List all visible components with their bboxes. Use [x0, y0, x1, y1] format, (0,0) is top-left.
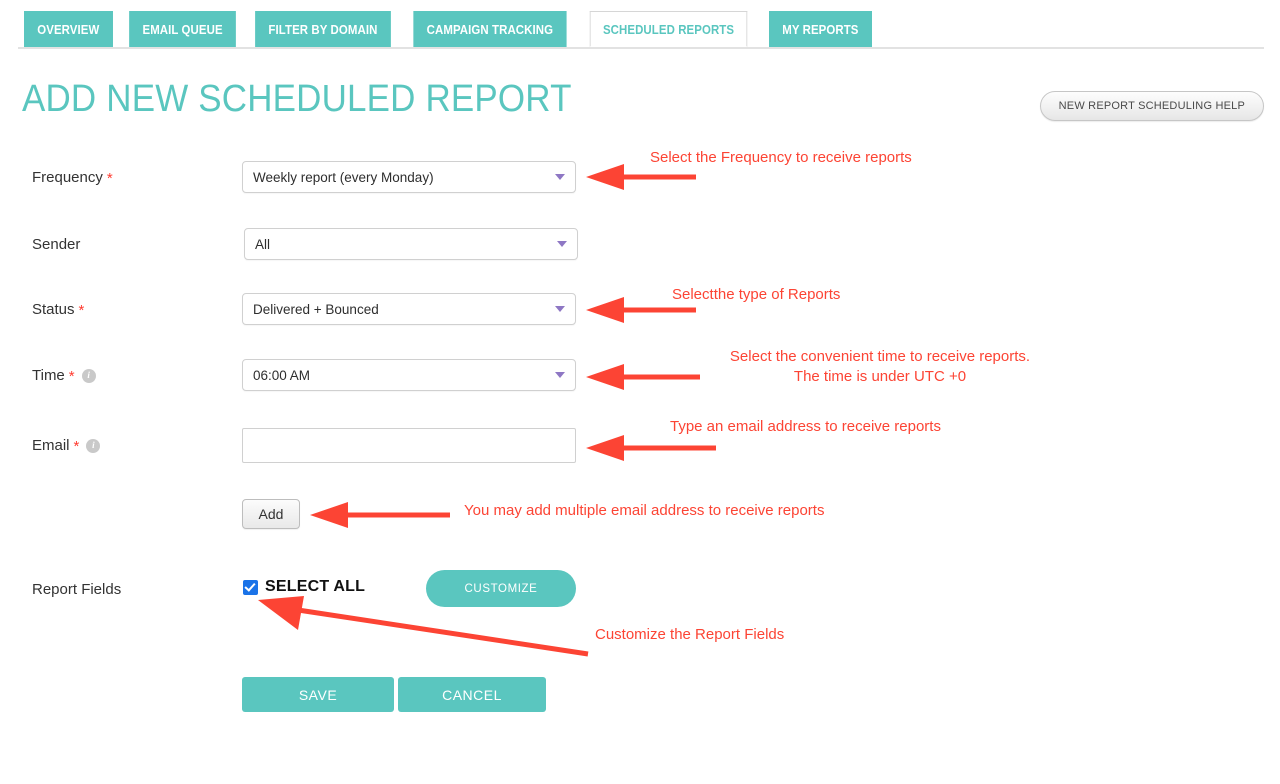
- annotation-time-arrow: [586, 364, 700, 390]
- tab-scheduled-reports[interactable]: SCHEDULED REPORTS: [590, 11, 748, 47]
- tab-label: FILTER BY DOMAIN: [268, 21, 378, 37]
- required-asterisk: *: [73, 438, 80, 455]
- info-icon[interactable]: i: [81, 368, 96, 383]
- add-email-button[interactable]: Add: [242, 499, 300, 529]
- time-label-text: Time: [32, 367, 65, 384]
- help-button-label: NEW REPORT SCHEDULING HELP: [1058, 100, 1245, 112]
- tab-email-queue[interactable]: EMAIL QUEUE: [128, 11, 236, 47]
- save-button-label: SAVE: [298, 686, 338, 703]
- email-field[interactable]: [242, 428, 576, 463]
- sender-label: Sender: [32, 236, 80, 253]
- new-report-scheduling-help-button[interactable]: NEW REPORT SCHEDULING HELP: [1039, 91, 1264, 121]
- tab-my-reports[interactable]: MY REPORTS: [768, 11, 872, 47]
- tab-bar-underline: [18, 47, 1264, 49]
- annotation-add-text: You may add multiple email address to re…: [464, 502, 825, 519]
- tab-label: OVERVIEW: [37, 21, 100, 37]
- annotation-frequency-text: Select the Frequency to receive reports: [650, 149, 912, 166]
- tab-label: EMAIL QUEUE: [142, 21, 223, 37]
- tab-overview[interactable]: OVERVIEW: [24, 11, 113, 47]
- time-select[interactable]: 06:00 AM: [242, 359, 576, 391]
- frequency-label: Frequency *: [32, 169, 113, 186]
- frequency-select[interactable]: Weekly report (every Monday): [242, 161, 576, 193]
- time-label: Time * i: [32, 367, 96, 384]
- tab-filter-by-domain[interactable]: FILTER BY DOMAIN: [255, 11, 391, 47]
- frequency-label-text: Frequency: [32, 169, 103, 186]
- annotation-time-text-line2: The time is under UTC +0: [793, 368, 967, 385]
- tab-label: CAMPAIGN TRACKING: [426, 21, 553, 37]
- info-icon[interactable]: i: [86, 438, 101, 453]
- page-title: ADD NEW SCHEDULED REPORT: [22, 78, 572, 120]
- annotation-add-arrow: [310, 502, 450, 528]
- sender-select-value: All: [255, 236, 271, 252]
- select-all-checkbox-row[interactable]: SELECT ALL: [243, 578, 365, 596]
- frequency-select-value: Weekly report (every Monday): [253, 169, 434, 185]
- status-select[interactable]: Delivered + Bounced: [242, 293, 576, 325]
- chevron-down-icon: [557, 241, 567, 247]
- add-button-label: Add: [258, 506, 284, 522]
- chevron-down-icon: [555, 306, 565, 312]
- status-select-value: Delivered + Bounced: [253, 301, 379, 317]
- cancel-button[interactable]: CANCEL: [398, 677, 546, 712]
- status-label-text: Status: [32, 301, 75, 318]
- annotation-email-text: Type an email address to receive reports: [670, 418, 941, 435]
- tab-label: MY REPORTS: [781, 21, 859, 37]
- email-label: Email * i: [32, 437, 101, 455]
- status-label: Status *: [32, 301, 84, 318]
- report-fields-label-text: Report Fields: [32, 581, 122, 598]
- time-select-value: 06:00 AM: [253, 367, 311, 383]
- tab-label: SCHEDULED REPORTS: [603, 21, 735, 37]
- chevron-down-icon: [555, 174, 565, 180]
- email-label-text: Email: [32, 437, 70, 454]
- annotation-status-text: Selectthe type of Reports: [672, 286, 841, 303]
- chevron-down-icon: [555, 372, 565, 378]
- tab-list: OVERVIEW EMAIL QUEUE FILTER BY DOMAIN CA…: [18, 11, 878, 47]
- select-all-checkbox[interactable]: [243, 579, 258, 595]
- required-asterisk: *: [68, 368, 75, 385]
- cancel-button-label: CANCEL: [442, 686, 502, 703]
- sender-label-text: Sender: [32, 236, 81, 253]
- report-fields-label: Report Fields: [32, 581, 121, 598]
- select-all-label: SELECT ALL: [265, 578, 366, 595]
- annotation-email-arrow: [586, 435, 716, 461]
- tab-campaign-tracking[interactable]: CAMPAIGN TRACKING: [413, 11, 567, 47]
- annotation-time-text-line1: Select the convenient time to receive re…: [729, 348, 1031, 365]
- customize-button-label: CUSTOMIZE: [464, 582, 538, 595]
- save-button[interactable]: SAVE: [242, 677, 394, 712]
- sender-select[interactable]: All: [244, 228, 578, 260]
- annotation-customize-text: Customize the Report Fields: [595, 626, 785, 643]
- customize-button[interactable]: CUSTOMIZE: [426, 570, 576, 607]
- required-asterisk: *: [106, 170, 113, 187]
- tab-bar: OVERVIEW EMAIL QUEUE FILTER BY DOMAIN CA…: [0, 0, 1280, 49]
- required-asterisk: *: [78, 302, 85, 319]
